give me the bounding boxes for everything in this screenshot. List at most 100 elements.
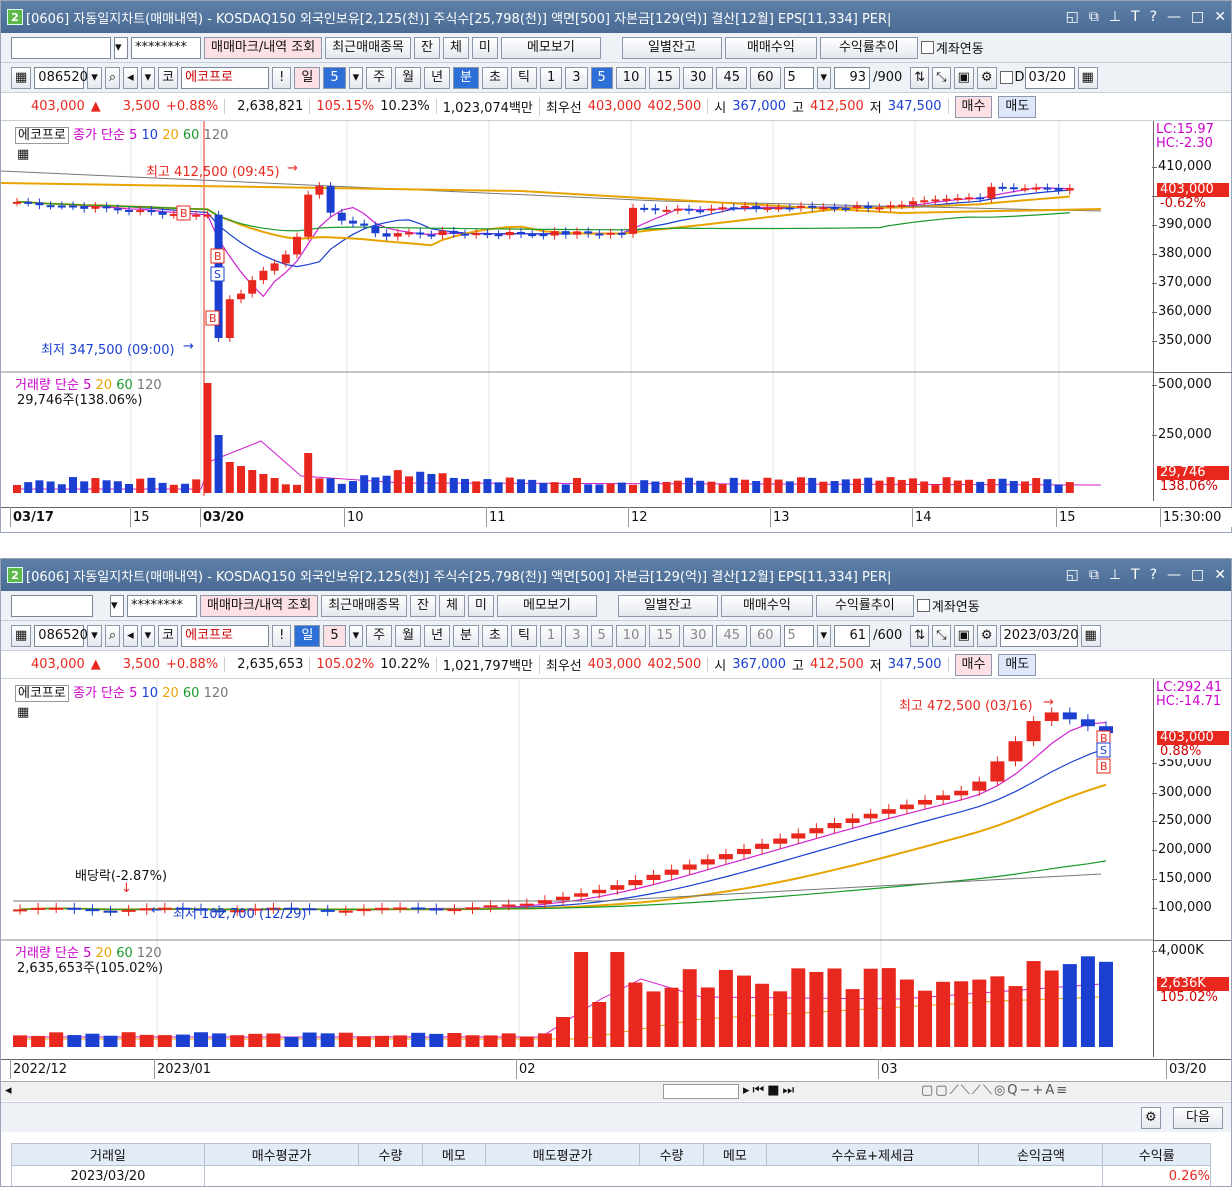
interval-3[interactable]: 3: [565, 66, 588, 89]
password-field[interactable]: ********: [131, 36, 201, 59]
table-settings-icon[interactable]: ⚙: [1141, 1107, 1161, 1129]
font-icon[interactable]: T: [1131, 9, 1140, 25]
count-input[interactable]: 5: [783, 624, 814, 647]
trade-profit-button[interactable]: 매매수익: [724, 36, 817, 59]
password-field[interactable]: ********: [127, 594, 197, 617]
save-icon[interactable]: ▣: [953, 66, 974, 89]
period-month[interactable]: 월: [395, 624, 422, 647]
period-second[interactable]: 초: [482, 66, 508, 89]
pin-icon[interactable]: ⊥: [1109, 9, 1121, 25]
interval-45[interactable]: 45: [716, 624, 747, 647]
interval-15[interactable]: 15: [649, 624, 680, 647]
range-input[interactable]: 93: [834, 66, 871, 89]
draw-icon[interactable]: ⤡: [932, 624, 951, 647]
copy-icon[interactable]: ⧉: [1089, 567, 1099, 583]
interval-60[interactable]: 60: [749, 66, 781, 89]
trade-mark-button[interactable]: 매매마크/내역 조회: [204, 36, 323, 59]
indicator-icon[interactable]: ⇅: [910, 624, 930, 647]
period-second[interactable]: 초: [482, 624, 508, 647]
scroll-thumb[interactable]: [663, 1084, 739, 1099]
period-count[interactable]: 5: [323, 624, 346, 647]
interval-3[interactable]: 3: [565, 624, 588, 647]
alert-button[interactable]: !: [272, 624, 292, 647]
table-row[interactable]: 2023/03/20 0.26%: [11, 1165, 1211, 1186]
range-input[interactable]: 61: [834, 624, 871, 647]
settings-gear-icon[interactable]: ⚙: [976, 66, 997, 89]
playback-controls-icon[interactable]: ▸⏮■⏭: [743, 1083, 797, 1098]
interval-5[interactable]: 5: [590, 624, 613, 647]
close-icon[interactable]: ✕: [1214, 567, 1226, 583]
period-dropdown-icon[interactable]: ▾: [348, 624, 364, 647]
period-day[interactable]: 일: [294, 66, 321, 89]
stock-code-input[interactable]: 086520: [34, 66, 88, 89]
executed-button[interactable]: 체: [442, 36, 469, 59]
period-count[interactable]: 5: [323, 66, 346, 89]
table-icon[interactable]: ▦: [17, 705, 29, 720]
interval-1[interactable]: 1: [539, 624, 563, 647]
period-tick[interactable]: 틱: [510, 624, 537, 647]
unexecuted-button[interactable]: 미: [471, 36, 498, 59]
balance-button[interactable]: 잔: [413, 36, 440, 59]
executed-button[interactable]: 체: [438, 594, 465, 617]
calendar-icon[interactable]: ▦: [1077, 66, 1098, 89]
sell-button[interactable]: 매도: [998, 653, 1037, 676]
period-minute[interactable]: 분: [453, 624, 480, 647]
memo-button[interactable]: 메모보기: [496, 594, 597, 617]
minimize-icon[interactable]: —: [1167, 567, 1181, 583]
period-tick[interactable]: 틱: [510, 66, 537, 89]
daily-balance-button[interactable]: 일별잔고: [617, 594, 718, 617]
count-dropdown-icon[interactable]: ▾: [816, 66, 832, 89]
interval-10[interactable]: 10: [615, 66, 647, 89]
trade-profit-button[interactable]: 매매수익: [720, 594, 813, 617]
code-dropdown-icon[interactable]: ▾: [87, 624, 102, 647]
account-link-checkbox[interactable]: [920, 41, 934, 54]
interval-45[interactable]: 45: [716, 66, 747, 89]
minimize-icon[interactable]: —: [1167, 9, 1181, 25]
stock-code-input[interactable]: 086520: [34, 624, 88, 647]
save-icon[interactable]: ▣: [953, 624, 974, 647]
period-minute[interactable]: 분: [453, 66, 480, 89]
period-week[interactable]: 주: [366, 66, 393, 89]
buy-button[interactable]: 매수: [954, 653, 993, 676]
buy-button[interactable]: 매수: [954, 95, 993, 118]
settings-gear-icon[interactable]: ⚙: [976, 624, 997, 647]
maximize-icon[interactable]: □: [1191, 9, 1204, 25]
restore-icon[interactable]: ◱: [1066, 9, 1079, 25]
date-input[interactable]: 2023/03/20: [999, 624, 1078, 647]
period-month[interactable]: 월: [395, 66, 422, 89]
interval-10[interactable]: 10: [615, 624, 647, 647]
maximize-icon[interactable]: □: [1191, 567, 1204, 583]
menu-dropdown-icon[interactable]: ▾: [140, 624, 156, 647]
speaker-icon[interactable]: ◂: [123, 66, 138, 89]
trade-mark-button[interactable]: 매매마크/내역 조회: [200, 594, 319, 617]
account-input[interactable]: [11, 36, 111, 59]
date-input[interactable]: 03/20: [1024, 66, 1075, 89]
recent-trades-button[interactable]: 최근매매종목: [321, 594, 407, 617]
balance-button[interactable]: 잔: [409, 594, 436, 617]
help-icon[interactable]: ?: [1150, 567, 1157, 583]
calendar-icon[interactable]: ▦: [1080, 624, 1101, 647]
interval-5[interactable]: 5: [590, 66, 613, 89]
daily-balance-button[interactable]: 일별잔고: [621, 36, 722, 59]
table-icon[interactable]: ▦: [17, 147, 29, 162]
interval-30[interactable]: 30: [682, 66, 714, 89]
scroll-left-icon[interactable]: ◂: [5, 1083, 12, 1098]
unexecuted-button[interactable]: 미: [467, 594, 494, 617]
period-dropdown-icon[interactable]: ▾: [348, 66, 364, 89]
period-week[interactable]: 주: [366, 624, 393, 647]
grid-icon[interactable]: ▦: [11, 624, 32, 647]
code-dropdown-icon[interactable]: ▾: [87, 66, 102, 89]
interval-30[interactable]: 30: [682, 624, 714, 647]
grid-icon[interactable]: ▦: [11, 66, 32, 89]
account-link-checkbox[interactable]: [916, 599, 930, 612]
restore-icon[interactable]: ◱: [1066, 567, 1079, 583]
period-year[interactable]: 년: [424, 624, 451, 647]
search-icon[interactable]: ⌕: [104, 66, 121, 89]
font-icon[interactable]: T: [1131, 567, 1140, 583]
alert-button[interactable]: !: [272, 66, 292, 89]
count-input[interactable]: 5: [783, 66, 814, 89]
speaker-icon[interactable]: ◂: [123, 624, 138, 647]
interval-15[interactable]: 15: [649, 66, 680, 89]
date-checkbox[interactable]: [999, 71, 1013, 84]
indicator-icon[interactable]: ⇅: [910, 66, 930, 89]
